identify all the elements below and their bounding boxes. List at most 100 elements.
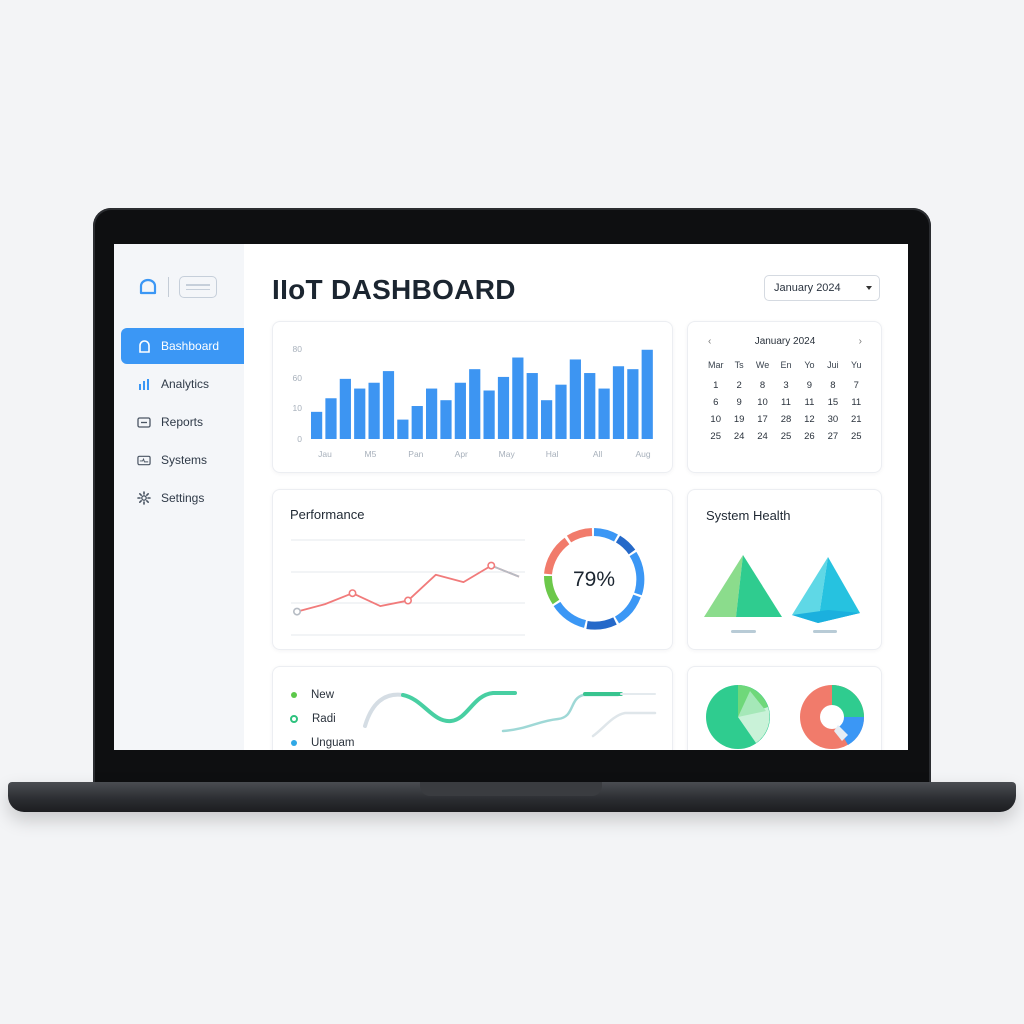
sidebar-nav: Bashboard Analytics Reports Systems Sett… [121, 328, 244, 518]
bar [311, 411, 323, 439]
calendar-day[interactable]: 6 [704, 397, 727, 408]
bar [627, 369, 639, 439]
x-tick-label: Jau [318, 449, 332, 459]
calendar-day[interactable]: 11 [798, 397, 821, 408]
line-point [404, 596, 413, 605]
calendar-day[interactable]: 1 [704, 380, 727, 391]
chevron-right-icon[interactable]: › [859, 336, 862, 347]
sidebar-item-reports[interactable]: Reports [121, 404, 244, 440]
sidebar-item-label: Bashboard [161, 339, 220, 353]
menu-toggle-button[interactable] [179, 276, 217, 298]
bar [339, 378, 351, 439]
logo-divider [168, 277, 169, 297]
trend-line-green [401, 691, 517, 724]
calendar-day[interactable]: 25 [845, 431, 868, 442]
x-tick-label: Apr [455, 449, 468, 459]
sidebar-item-label: Reports [161, 415, 204, 429]
system-health-card: System Health [687, 489, 882, 650]
sidebar-item-analytics[interactable]: Analytics [121, 366, 244, 402]
performance-gauge: 79% [544, 528, 645, 630]
pie-charts [706, 685, 865, 749]
calendar-day[interactable]: 11 [774, 397, 797, 408]
gear-icon [137, 491, 151, 505]
bar [497, 376, 510, 439]
line-point [293, 607, 302, 616]
bar [368, 382, 380, 439]
calendar-day[interactable]: 15 [821, 397, 844, 408]
line-point [348, 589, 357, 598]
calendar-day[interactable]: 11 [845, 397, 868, 408]
bar [469, 369, 481, 439]
performance-line-chart [291, 539, 525, 636]
distribution-card [687, 666, 882, 750]
sidebar-item-systems[interactable]: Systems [121, 442, 244, 478]
calendar-day[interactable]: 7 [845, 380, 868, 391]
y-tick-label: 60 [293, 373, 303, 383]
bar [397, 419, 409, 439]
calendar-day[interactable]: 24 [727, 431, 750, 442]
legend-label: Radi [312, 713, 336, 725]
calendar-day[interactable]: 10 [704, 414, 727, 425]
health-pyramid-right [792, 557, 860, 633]
x-tick-label: All [593, 449, 603, 459]
calendar-day[interactable]: 9 [798, 380, 821, 391]
calendar-day[interactable]: 21 [845, 414, 868, 425]
bar [598, 388, 610, 439]
calendar-day[interactable]: 24 [751, 431, 774, 442]
performance-card: Performance 79% [272, 489, 673, 650]
bar-chart-card: 80 60 10 0 Jau M5 Pan Apr May Hal All Aug [272, 321, 673, 473]
calendar-day[interactable]: 12 [798, 414, 821, 425]
performance-title: Performance [290, 507, 365, 522]
system-icon [137, 453, 151, 467]
calendar-day[interactable]: 27 [821, 431, 844, 442]
sidebar-item-settings[interactable]: Settings [121, 480, 244, 516]
calendar-day[interactable]: 26 [798, 431, 821, 442]
bar [483, 390, 495, 439]
calendar-day[interactable]: 8 [751, 380, 774, 391]
calendar-month: January 2024 [754, 336, 816, 347]
home-icon [137, 339, 151, 353]
calendar-day[interactable]: 19 [727, 414, 750, 425]
legend-dot-icon [291, 740, 297, 746]
legend-ring-icon [290, 715, 298, 723]
calendar-weekday: We [755, 360, 770, 370]
calendar-day[interactable]: 8 [821, 380, 844, 391]
logo-icon [139, 278, 157, 295]
trend-line-faint [591, 711, 657, 738]
laptop-notch [420, 782, 602, 796]
trend-card: New Radi Unguam [272, 666, 673, 750]
bar [382, 371, 395, 439]
legend-label: New [311, 689, 335, 701]
calendar-day[interactable]: 30 [821, 414, 844, 425]
calendar-day[interactable]: 28 [774, 414, 797, 425]
calendar-day[interactable]: 2 [727, 380, 750, 391]
legend-item: Unguam [291, 731, 354, 750]
bar-chart-icon [137, 377, 151, 391]
system-health-title: System Health [706, 508, 791, 523]
bar [512, 357, 524, 439]
calendar-weekday: Mar [707, 360, 724, 370]
line-point [487, 561, 496, 570]
calendar-day[interactable]: 9 [727, 397, 750, 408]
bar [569, 359, 581, 439]
calendar-day[interactable]: 25 [704, 431, 727, 442]
calendar-day[interactable]: 25 [774, 431, 797, 442]
date-select[interactable]: January 2024 [764, 275, 880, 301]
calendar-day[interactable]: 10 [751, 397, 774, 408]
calendar-card: ‹ January 2024 › Mar Ts We En Yo Jui Yu 1 2 8 3 9 8 7… [687, 321, 882, 473]
bar [641, 349, 653, 439]
calendar-weekday: Jui [827, 360, 839, 370]
y-tick-label: 80 [293, 344, 303, 354]
legend-label: Unguam [311, 737, 355, 749]
trend-line-teal [501, 693, 620, 733]
sidebar-item-bashboard[interactable]: Bashboard [121, 328, 244, 364]
calendar-day[interactable]: 3 [774, 380, 797, 391]
bar [526, 373, 538, 439]
x-tick-label: May [499, 449, 516, 459]
calendar-day[interactable]: 17 [751, 414, 774, 425]
series-line-tail [490, 564, 520, 578]
bar [411, 406, 423, 439]
bar [584, 373, 596, 439]
bar-chart: 80 60 10 0 Jau M5 Pan Apr May Hal All Aug [293, 344, 653, 459]
calendar-grid: Mar Ts We En Yo Jui Yu 1 2 8 3 9 8 7 6 9 10 11 11 15 11 10 19 1… [704, 360, 868, 442]
